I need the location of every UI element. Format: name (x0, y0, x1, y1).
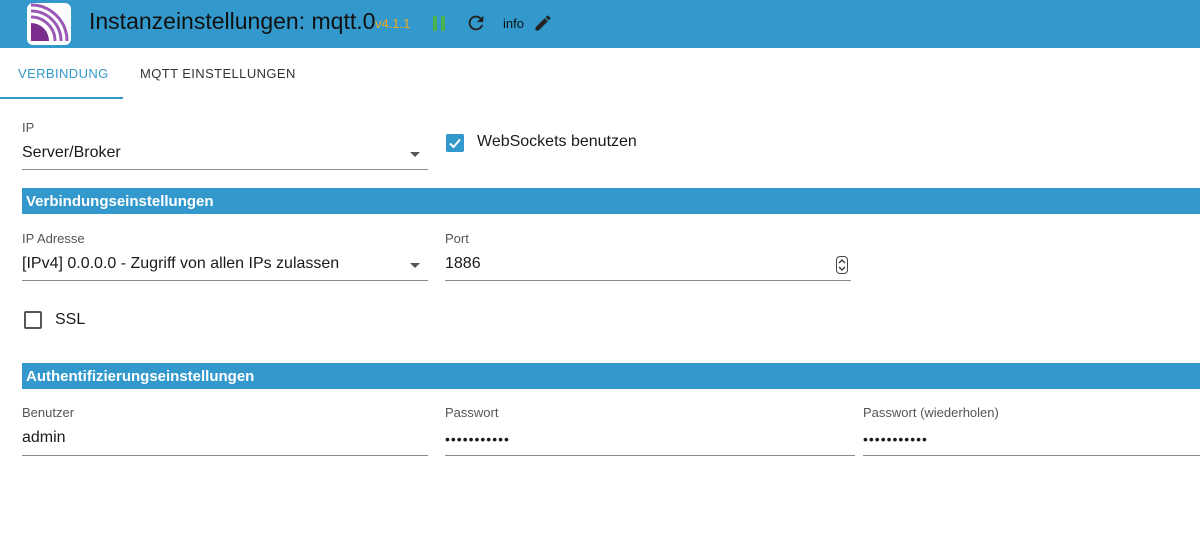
page-title: Instanzeinstellungen: mqtt.0 (89, 8, 376, 34)
user-underline (22, 455, 428, 456)
version-badge: v4.1.1 (375, 16, 411, 31)
ip-address-underline (22, 280, 428, 281)
pause-icon[interactable] (432, 15, 446, 32)
user-input[interactable]: admin (22, 429, 66, 447)
edit-pencil-icon[interactable] (533, 13, 553, 33)
ip-address-label: IP Adresse (22, 231, 85, 246)
port-label: Port (445, 231, 469, 246)
ip-label: IP (22, 120, 35, 135)
password-repeat-underline (863, 455, 1200, 456)
password-underline (445, 455, 855, 456)
port-underline (445, 280, 851, 281)
chevron-down-icon[interactable] (410, 263, 420, 268)
port-input[interactable]: 1886 (445, 255, 481, 273)
ssl-checkbox[interactable] (24, 311, 42, 329)
mqtt-logo-icon (27, 3, 71, 45)
auth-settings-header: Authentifizierungseinstellungen (22, 363, 1200, 389)
ip-select-underline (22, 169, 428, 170)
password-repeat-label: Passwort (wiederholen) (863, 405, 999, 420)
connection-settings-header: Verbindungseinstellungen (22, 188, 1200, 214)
port-stepper-icon[interactable] (836, 256, 848, 274)
info-link[interactable]: info (503, 16, 524, 31)
tab-verbindung[interactable]: VERBINDUNG (18, 66, 109, 81)
websockets-label: WebSockets benutzen (477, 133, 637, 150)
password-input[interactable]: ••••••••••• (445, 431, 510, 447)
active-tab-indicator (0, 97, 123, 99)
tab-mqtt-einstellungen[interactable]: MQTT EINSTELLUNGEN (140, 66, 296, 81)
ip-address-select[interactable]: [IPv4] 0.0.0.0 - Zugriff von allen IPs z… (22, 255, 339, 273)
password-repeat-input[interactable]: ••••••••••• (863, 431, 928, 447)
auth-settings-title: Authentifizierungseinstellungen (26, 368, 255, 385)
ssl-label: SSL (55, 311, 86, 328)
user-label: Benutzer (22, 405, 75, 420)
connection-settings-title: Verbindungseinstellungen (26, 193, 214, 210)
password-label: Passwort (445, 405, 499, 420)
tab-bar: VERBINDUNG MQTT EINSTELLUNGEN (0, 48, 1200, 99)
chevron-down-icon[interactable] (410, 152, 420, 157)
websockets-checkbox[interactable] (446, 134, 464, 152)
app-header: Instanzeinstellungen: mqtt.0 v4.1.1 info (0, 0, 1200, 48)
reload-icon[interactable] (465, 12, 487, 34)
ip-select[interactable]: Server/Broker (22, 144, 121, 162)
